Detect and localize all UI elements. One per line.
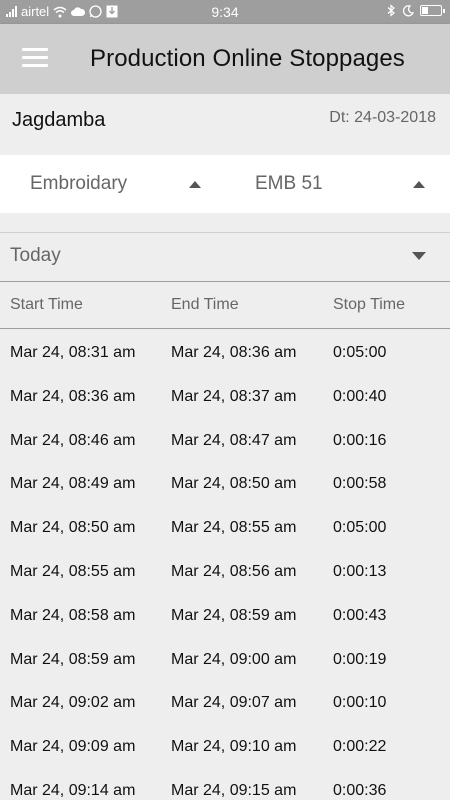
- status-right: [387, 4, 445, 17]
- period-dropdown[interactable]: Today: [0, 232, 450, 280]
- stop-time-cell: 0:00:10: [333, 694, 387, 712]
- stop-time-cell: 0:05:00: [333, 344, 387, 361]
- table-row: Mar 24, 08:46 am Mar 24, 08:47 am 0:00:16: [0, 418, 450, 462]
- stop-time-cell: 0:00:22: [333, 738, 387, 756]
- dropdown-arrow-icon: [412, 252, 426, 260]
- triangle-up-icon: [189, 181, 201, 188]
- start-time-cell: Mar 24, 09:14 am: [10, 781, 136, 799]
- stop-time-cell: 0:00:40: [333, 387, 387, 405]
- end-time-cell: Mar 24, 09:00 am: [171, 650, 297, 668]
- unit-name: Jagdamba: [12, 109, 106, 131]
- start-time-cell: Mar 24, 08:46 am: [10, 431, 136, 449]
- machine-value: EMB 51: [255, 173, 323, 194]
- end-time-cell: Mar 24, 08:47 am: [171, 431, 297, 449]
- battery-icon: [420, 5, 445, 16]
- table-row: Mar 24, 08:49 am Mar 24, 08:50 am 0:00:58: [0, 461, 450, 505]
- do-not-disturb-icon: [402, 4, 414, 16]
- status-bar: airtel 9:34: [0, 0, 450, 24]
- table-row: Mar 24, 08:58 am Mar 24, 08:59 am 0:00:43: [0, 593, 450, 637]
- report-date: Dt: 24-03-2018: [329, 109, 436, 126]
- end-time-cell: Mar 24, 08:36 am: [171, 344, 297, 361]
- table-row: Mar 24, 09:09 am Mar 24, 09:10 am 0:00:22: [0, 724, 450, 768]
- stop-time-cell: 0:00:43: [333, 606, 387, 624]
- table-row: Mar 24, 09:14 am Mar 24, 09:15 am 0:00:36: [0, 768, 450, 800]
- triangle-up-icon: [413, 181, 425, 188]
- stop-time-cell: 0:00:36: [333, 781, 387, 799]
- end-time-cell: Mar 24, 08:50 am: [171, 475, 297, 493]
- start-time-cell: Mar 24, 08:50 am: [10, 519, 136, 537]
- start-time-cell: Mar 24, 08:55 am: [10, 562, 136, 580]
- start-time-cell: Mar 24, 08:58 am: [10, 606, 136, 624]
- start-time-cell: Mar 24, 08:36 am: [10, 387, 136, 405]
- period-value: Today: [10, 245, 61, 266]
- department-value: Embroidary: [30, 173, 128, 194]
- header-stop-time: Stop Time: [333, 296, 406, 313]
- end-time-cell: Mar 24, 08:59 am: [171, 606, 297, 624]
- start-time-cell: Mar 24, 08:59 am: [10, 650, 136, 668]
- stop-time-cell: 0:00:13: [333, 562, 387, 580]
- stop-time-cell: 0:05:00: [333, 519, 387, 537]
- table-row: Mar 24, 08:59 am Mar 24, 09:00 am 0:00:19: [0, 637, 450, 681]
- filter-selectors: Embroidary EMB 51: [0, 155, 450, 213]
- end-time-cell: Mar 24, 09:10 am: [171, 738, 297, 756]
- stop-time-cell: 0:00:58: [333, 475, 387, 493]
- stop-time-cell: 0:00:16: [333, 431, 387, 449]
- stoppage-list[interactable]: Mar 24, 08:31 am Mar 24, 08:36 am 0:05:00 M…: [0, 330, 450, 800]
- machine-select[interactable]: EMB 51: [255, 155, 435, 213]
- app-bar: Production Online Stoppages: [0, 24, 450, 94]
- end-time-cell: Mar 24, 08:37 am: [171, 387, 297, 405]
- info-strip: Jagdamba Dt: 24-03-2018: [0, 94, 450, 152]
- header-start-time: Start Time: [10, 296, 83, 313]
- bluetooth-icon: [387, 4, 395, 17]
- table-row: Mar 24, 08:55 am Mar 24, 08:56 am 0:00:13: [0, 549, 450, 593]
- start-time-cell: Mar 24, 08:31 am: [10, 344, 136, 361]
- table-row: Mar 24, 08:50 am Mar 24, 08:55 am 0:05:00: [0, 505, 450, 549]
- hamburger-menu-icon[interactable]: [22, 48, 48, 68]
- end-time-cell: Mar 24, 09:07 am: [171, 694, 297, 712]
- start-time-cell: Mar 24, 08:49 am: [10, 475, 136, 493]
- table-header: Start Time End Time Stop Time: [0, 281, 450, 329]
- end-time-cell: Mar 24, 08:55 am: [171, 519, 297, 537]
- end-time-cell: Mar 24, 09:15 am: [171, 781, 297, 799]
- page-title: Production Online Stoppages: [90, 45, 405, 72]
- table-row: Mar 24, 08:31 am Mar 24, 08:36 am 0:05:00: [0, 330, 450, 374]
- start-time-cell: Mar 24, 09:09 am: [10, 738, 136, 756]
- end-time-cell: Mar 24, 08:56 am: [171, 562, 297, 580]
- header-end-time: End Time: [171, 296, 239, 313]
- clock: 9:34: [211, 4, 239, 20]
- department-select[interactable]: Embroidary: [30, 155, 210, 213]
- table-row: Mar 24, 08:36 am Mar 24, 08:37 am 0:00:40: [0, 374, 450, 418]
- start-time-cell: Mar 24, 09:02 am: [10, 694, 136, 712]
- table-row: Mar 24, 09:02 am Mar 24, 09:07 am 0:00:10: [0, 680, 450, 724]
- stop-time-cell: 0:00:19: [333, 650, 387, 668]
